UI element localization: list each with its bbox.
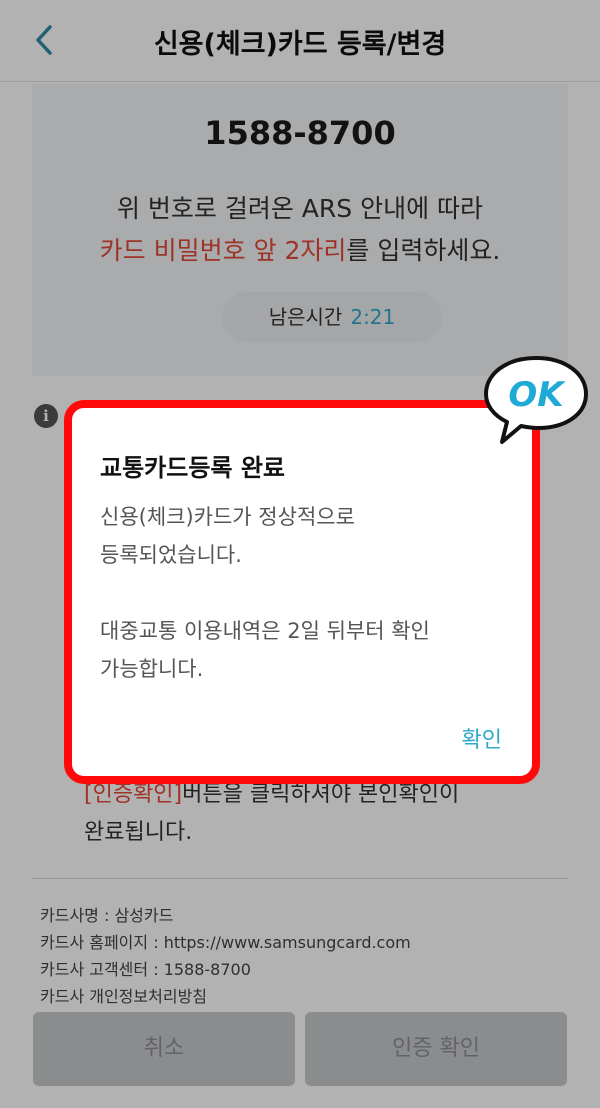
dialog-ok-button[interactable]: 확인 — [462, 722, 502, 754]
dialog-message: 신용(체크)카드가 정상적으로 등록되었습니다. 대중교통 이용내역은 2일 뒤… — [100, 498, 520, 688]
dialog-line-3: 대중교통 이용내역은 2일 뒤부터 확인 — [100, 619, 430, 643]
sticker-text: OK — [508, 375, 566, 415]
dialog-title: 교통카드등록 완료 — [100, 454, 285, 482]
ok-speech-bubble-icon: OK — [484, 356, 588, 444]
dialog-line-1: 신용(체크)카드가 정상적으로 — [100, 505, 355, 529]
dialog-line-2: 등록되었습니다. — [100, 543, 242, 567]
dialog-line-4: 가능합니다. — [100, 657, 204, 681]
dialog-spacer — [100, 574, 520, 612]
registration-complete-dialog: 교통카드등록 완료 신용(체크)카드가 정상적으로 등록되었습니다. 대중교통 … — [64, 400, 540, 784]
